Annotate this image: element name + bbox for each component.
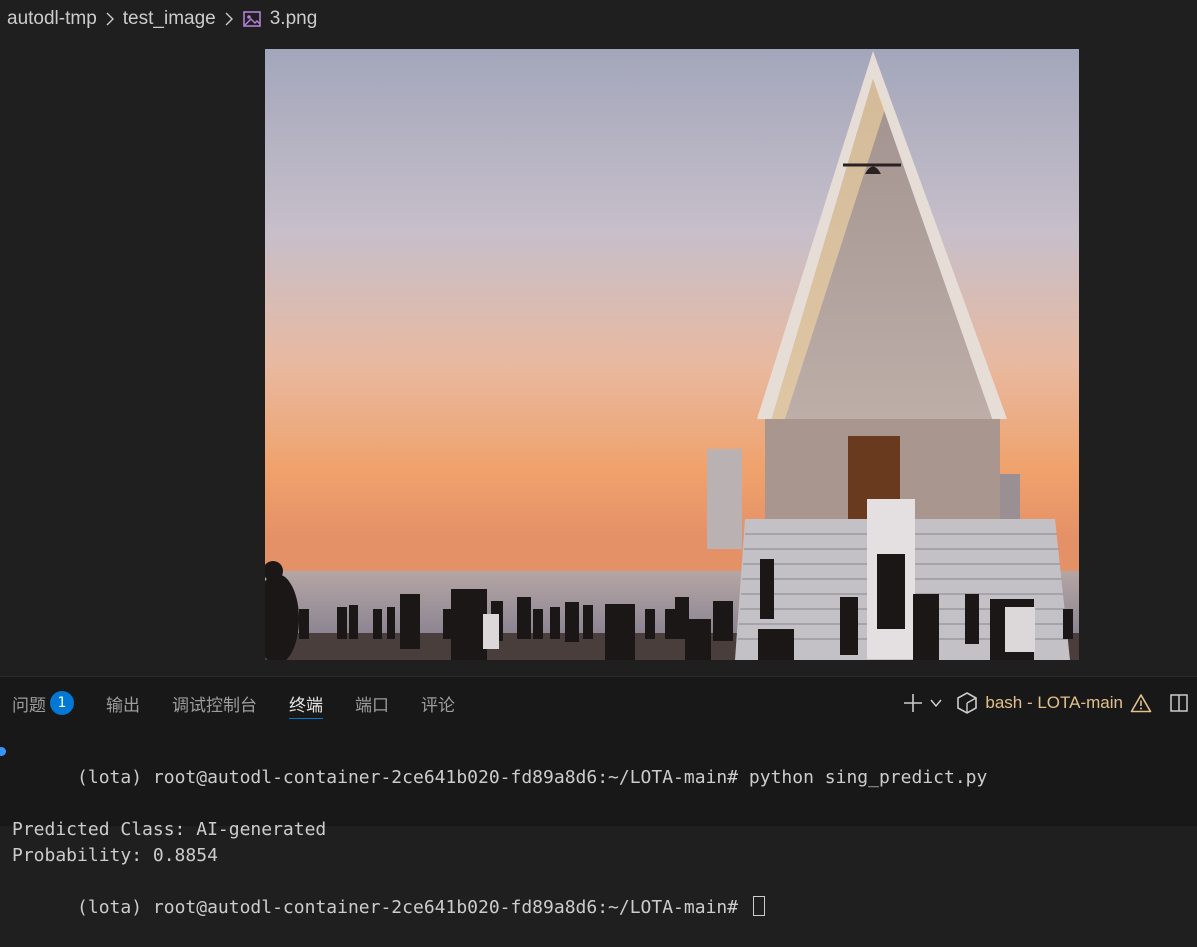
tab-comments[interactable]: 评论 <box>421 677 455 729</box>
terminal-profile-button[interactable] <box>955 691 979 715</box>
terminal-line: Probability: 0.8854 <box>12 845 218 866</box>
bottom-panel: 问题 1 输出 调试控制台 终端 端口 评论 bash - LOTA-main … <box>0 676 1197 918</box>
terminal-profile-icon <box>957 692 978 714</box>
panel-actions: bash - LOTA-main <box>901 677 1197 729</box>
breadcrumb-item-autodl-tmp[interactable]: autodl-tmp <box>7 8 97 30</box>
split-panel-icon <box>1170 694 1188 712</box>
tab-label: 调试控制台 <box>172 695 257 716</box>
image-preview-area <box>0 38 1197 676</box>
tab-problems[interactable]: 问题 1 <box>12 677 74 729</box>
panel-tabs: 问题 1 输出 调试控制台 终端 端口 评论 <box>0 677 475 729</box>
new-terminal-button[interactable] <box>901 691 925 715</box>
terminal-warning[interactable] <box>1129 691 1153 715</box>
problems-count-badge: 1 <box>50 691 74 715</box>
tab-label: 输出 <box>106 695 140 716</box>
breadcrumb-item-file[interactable]: 3.png <box>270 8 318 30</box>
command-status-dot <box>0 747 6 756</box>
tab-output[interactable]: 输出 <box>106 677 140 729</box>
warning-icon <box>1130 694 1152 713</box>
plus-icon <box>904 694 923 712</box>
tab-label: 问题 <box>12 695 46 716</box>
tab-terminal[interactable]: 终端 <box>289 677 323 729</box>
terminal-line: (lota) root@autodl-container-2ce641b020-… <box>0 869 1197 947</box>
chevron-down-icon <box>930 699 942 708</box>
terminal-name[interactable]: bash - LOTA-main <box>985 693 1123 713</box>
chevron-right-icon <box>225 12 233 26</box>
tab-label: 端口 <box>355 695 389 716</box>
terminal-line: Predicted Class: AI-generated <box>12 819 327 840</box>
preview-image <box>265 49 1079 660</box>
terminal-output[interactable]: (lota) root@autodl-container-2ce641b020-… <box>0 739 1197 918</box>
terminal-line: (lota) root@autodl-container-2ce641b020-… <box>0 739 1197 817</box>
sunset-chapel-image <box>265 49 1079 660</box>
tab-ports[interactable]: 端口 <box>355 677 389 729</box>
breadcrumb-item-test-image[interactable]: test_image <box>123 8 216 30</box>
tab-debug-console[interactable]: 调试控制台 <box>172 677 257 729</box>
split-panel-button[interactable] <box>1167 691 1191 715</box>
tab-label: 终端 <box>289 695 323 716</box>
chevron-right-icon <box>106 12 114 26</box>
image-file-icon <box>242 11 261 27</box>
terminal-dropdown-button[interactable] <box>927 691 945 715</box>
terminal-cursor <box>752 896 765 916</box>
tab-label: 评论 <box>421 695 455 716</box>
breadcrumb: autodl-tmp test_image 3.png <box>0 0 1197 38</box>
